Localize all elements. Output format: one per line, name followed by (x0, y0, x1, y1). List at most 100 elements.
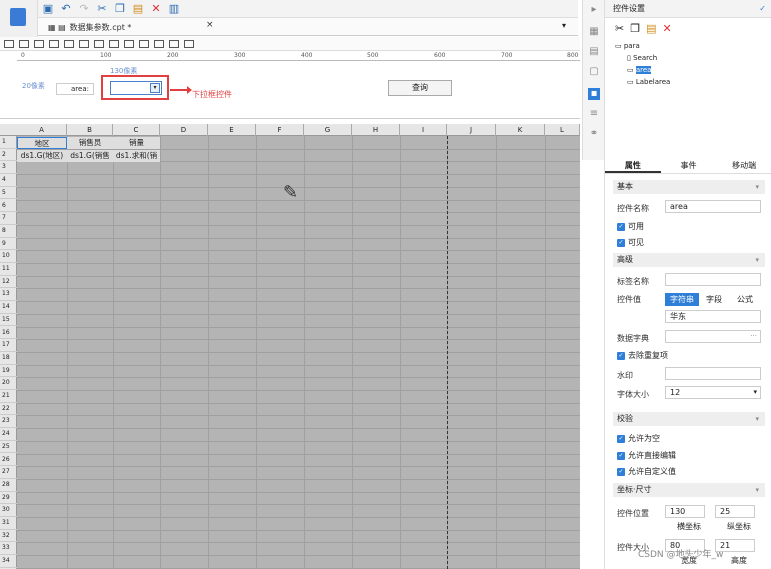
label-widget-icon[interactable] (4, 39, 14, 48)
tag-name-input[interactable] (665, 273, 761, 286)
designer-logo-icon (10, 8, 26, 26)
ruler-tick: 600 (434, 52, 446, 59)
grid-col-line (160, 136, 161, 569)
widget-toolbar (0, 37, 580, 51)
name-input[interactable]: area (665, 200, 761, 213)
area-combo-widget[interactable]: ▾ (110, 81, 162, 95)
header-cell[interactable]: 销售员 (67, 137, 113, 149)
dropdown-arrow-icon[interactable]: ▾ (150, 83, 160, 93)
tab-file[interactable]: ▦ ▤ 数据集参数.cpt * × (48, 20, 218, 35)
vcoord-label: 纵坐标 (727, 522, 751, 531)
pos-x-input[interactable]: 130 (665, 505, 705, 518)
ruler-tick: 200 (167, 52, 179, 59)
panel-tools: ✂ ❐ ▤ ✕ (615, 22, 672, 35)
area-label-widget[interactable]: area: (56, 83, 94, 95)
seg-string[interactable]: 字符串 (665, 293, 699, 306)
text-widget-icon[interactable] (19, 39, 29, 48)
spreadsheet[interactable]: ABCDEFGHIJKL 1 2 3 4 5 6 7 8 9 10 11 12 13 14 15 16 17 18… (0, 124, 580, 569)
main-toolbar: ▣ ↶ ↷ ✂ ❐ ▤ ✕ ▥ (38, 0, 578, 18)
tree-item-search[interactable]: ▯ Search (615, 52, 670, 64)
cell-attr-icon[interactable]: ▦ (588, 26, 600, 38)
ruler-tick: 500 (367, 52, 379, 59)
password-widget-icon[interactable] (94, 39, 104, 48)
close-tab-icon[interactable]: × (206, 20, 214, 30)
paste-icon[interactable]: ▤ (132, 2, 144, 15)
section-coord[interactable]: 坐标·尺寸 ▾ (613, 483, 765, 497)
tree-item-area[interactable]: ▭ area (615, 64, 670, 76)
delete-icon[interactable]: ✕ (663, 22, 672, 35)
copy-icon[interactable]: ❐ (114, 2, 126, 15)
textarea-widget-icon[interactable] (169, 39, 179, 48)
hyperlink-icon[interactable]: ⚭ (588, 128, 600, 140)
watermark-input[interactable] (665, 367, 761, 380)
check-icon[interactable]: ✓ (759, 0, 766, 18)
fontsize-label: 字体大小 (617, 390, 649, 399)
header-cell[interactable]: 销量 (113, 137, 160, 149)
section-validate[interactable]: 校验 ▾ (613, 412, 765, 426)
checkbox-widget-icon[interactable] (124, 39, 134, 48)
section-advanced[interactable]: 高级 ▾ (613, 253, 765, 267)
dedup-checkbox[interactable]: ✓ 去除重复项 (617, 350, 668, 361)
pos-y-input[interactable]: 25 (715, 505, 755, 518)
visible-checkbox[interactable]: ✓ 可见 (617, 237, 644, 248)
widget-tree: ▭ para ▯ Search ▭ area ▭ Labelarea (615, 40, 670, 88)
data-cell[interactable]: ds1.G(销售 (67, 149, 113, 162)
ruler-tick: 700 (501, 52, 513, 59)
selection-highlight: ▾ (101, 75, 169, 100)
annotation-text: 下拉框控件 (192, 90, 232, 99)
seg-field[interactable]: 字段 (699, 293, 729, 306)
undo-icon[interactable]: ↶ (60, 2, 72, 15)
header-cell[interactable]: 地区 (17, 137, 67, 149)
tab-mobile[interactable]: 移动端 (716, 158, 771, 173)
condition-icon[interactable]: ≡ (588, 108, 600, 120)
tree-item-labelarea[interactable]: ▭ Labelarea (615, 76, 670, 88)
combo-widget-icon[interactable] (49, 39, 59, 48)
right-icon-strip: ▸ ▦ ▤ ▢ ▪ ≡ ⚭ (582, 0, 604, 160)
more-widget-icon[interactable] (184, 39, 194, 48)
tab-events[interactable]: 事件 (661, 158, 717, 173)
tab-attributes[interactable]: 属性 (605, 158, 661, 173)
grid-col-line (352, 136, 353, 569)
query-button[interactable]: 查询 (388, 80, 452, 96)
save-icon[interactable]: ▣ (42, 2, 54, 15)
copy-icon[interactable]: ❐ (630, 22, 640, 35)
paste-icon[interactable]: ▤ (646, 22, 656, 35)
number-widget-icon[interactable] (79, 39, 89, 48)
allow-edit-checkbox[interactable]: ✓ 允许直接编辑 (617, 450, 676, 461)
float-icon[interactable]: ▢ (588, 66, 600, 78)
tag-name-label: 标签名称 (617, 277, 649, 286)
data-cell[interactable]: ds1.求和(销 (113, 149, 160, 162)
delete-icon[interactable]: ✕ (150, 2, 162, 15)
date-widget-icon[interactable] (64, 39, 74, 48)
app-logo-area (0, 0, 38, 38)
dict-input[interactable]: ··· (665, 330, 761, 343)
seg-formula[interactable]: 公式 (729, 293, 761, 306)
widget-settings-icon[interactable]: ▪ (588, 88, 600, 100)
allow-empty-checkbox[interactable]: ✓ 允许为空 (617, 433, 660, 444)
ctrl-value-label: 控件值 (617, 295, 641, 304)
ellipsis-icon[interactable]: ··· (750, 331, 757, 342)
preview-icon[interactable]: ▥ (168, 2, 180, 15)
cut-icon[interactable]: ✂ (96, 2, 108, 15)
tree-item-para[interactable]: ▭ para (615, 40, 670, 52)
redo-icon[interactable]: ↷ (78, 2, 90, 15)
list-widget-icon[interactable] (154, 39, 164, 48)
tab-bar: ▦ ▤ 数据集参数.cpt * × ▾ (38, 18, 578, 36)
value-input[interactable]: 华东 (665, 310, 761, 323)
cut-icon[interactable]: ✂ (615, 22, 624, 35)
cell-element-icon[interactable]: ▤ (588, 46, 600, 58)
widget-settings-panel: 控件设置 ✓ ✂ ❐ ▤ ✕ ▭ para ▯ Search ▭ area ▭ … (604, 0, 771, 569)
ruler-tick: 0 (21, 52, 25, 59)
fontsize-select[interactable]: 12 ▾ (665, 386, 761, 399)
radio-widget-icon[interactable] (109, 39, 119, 48)
button-widget-icon[interactable] (34, 39, 44, 48)
expand-icon[interactable]: ▸ (588, 4, 600, 16)
annotation-arrow (170, 86, 192, 94)
tree-widget-icon[interactable] (139, 39, 149, 48)
allow-custom-checkbox[interactable]: ✓ 允许自定义值 (617, 466, 676, 477)
tab-menu-icon[interactable]: ▾ (562, 21, 566, 30)
section-basic[interactable]: 基本 ▾ (613, 180, 765, 194)
tab-label: 数据集参数.cpt * (69, 23, 132, 32)
enabled-checkbox[interactable]: ✓ 可用 (617, 221, 644, 232)
data-cell[interactable]: ds1.G(地区) (17, 149, 67, 162)
